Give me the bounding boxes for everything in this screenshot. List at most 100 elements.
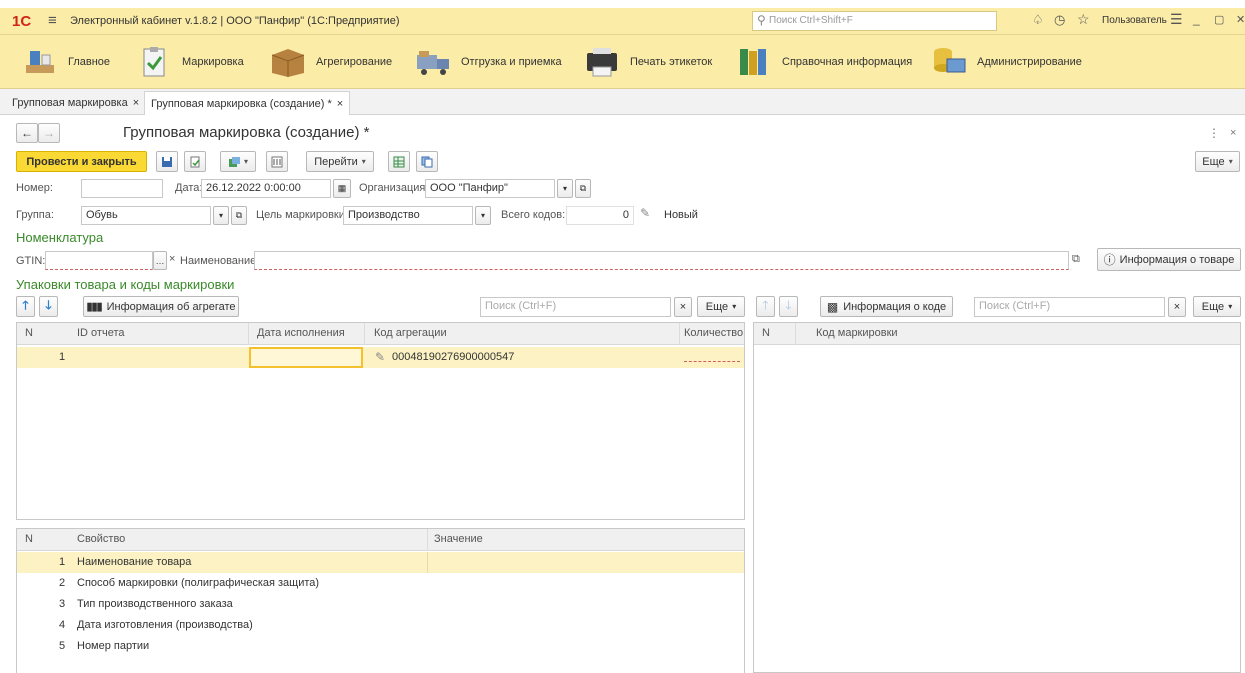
codes-search-input[interactable]: Поиск (Ctrl+F) [974, 297, 1165, 317]
number-label: Номер: [16, 182, 53, 194]
app-logo[interactable]: 1С [12, 13, 31, 30]
create-based-on-button[interactable]: ▾ [220, 151, 256, 172]
table-row[interactable]: 1 Наименование товара [17, 552, 744, 573]
marking-purpose-field[interactable]: Производство [343, 206, 473, 225]
codes-move-down-button[interactable]: 🡓 [779, 296, 798, 317]
global-search-input[interactable]: ⚲ Поиск Ctrl+Shift+F [752, 11, 997, 31]
col-n[interactable]: N [762, 327, 770, 339]
back-button[interactable]: ← [16, 123, 38, 143]
gtin-clear-icon[interactable]: × [169, 253, 175, 265]
calendar-button[interactable]: ▦ [333, 179, 351, 198]
col-n[interactable]: N [25, 533, 33, 545]
close-window-icon[interactable]: ✕ [1236, 13, 1245, 26]
gtin-label: GTIN: [16, 255, 46, 267]
execution-date-cell[interactable] [249, 347, 363, 368]
organization-field[interactable]: ООО "Панфир" [425, 179, 555, 198]
organization-open-button[interactable]: ⧉ [575, 179, 591, 198]
books-icon [740, 49, 766, 75]
box-icon [271, 49, 305, 77]
move-up-button[interactable]: 🡑 [16, 296, 35, 317]
codes-search-clear-button[interactable]: × [1168, 297, 1186, 317]
date-field[interactable]: 26.12.2022 0:00:00 [201, 179, 331, 198]
group-open-button[interactable]: ⧉ [231, 206, 247, 225]
table-row[interactable]: 4 Дата изготовления (производства) [17, 615, 744, 636]
number-field[interactable] [81, 179, 163, 198]
product-info-button[interactable]: ⓘ Информация о товаре [1097, 248, 1241, 271]
form-title: Групповая маркировка (создание) * [123, 124, 370, 141]
post-and-close-button[interactable]: Провести и закрыть [16, 151, 147, 172]
dropdown-caret-icon: ▾ [562, 184, 567, 193]
gtin-field[interactable] [45, 251, 153, 270]
property-name: Дата изготовления (производства) [77, 619, 253, 631]
code-info-button[interactable]: ▩ Информация о коде [820, 296, 953, 317]
col-property[interactable]: Свойство [77, 533, 125, 545]
col-aggregation-code[interactable]: Код агрегации [374, 327, 447, 339]
nomenclature-header: Номенклатура [16, 230, 104, 245]
user-name[interactable]: Пользователь [1102, 15, 1167, 26]
section-aggregation[interactable]: Агрегирование [270, 35, 392, 89]
printer-icon [587, 48, 617, 77]
group-field[interactable]: Обувь [81, 206, 211, 225]
table-row[interactable]: 1 ✎ 00048190276900000547 [17, 347, 744, 368]
section-administration[interactable]: Администрирование [931, 35, 1082, 89]
favorites-star-icon[interactable]: ☆ [1077, 11, 1090, 28]
sections-bar: Главное Маркировка Агрегирование Отгрузк… [0, 35, 1245, 89]
section-main[interactable]: Главное [22, 35, 110, 89]
goto-button[interactable]: Перейти ▾ [306, 151, 374, 172]
marking-purpose-dropdown-button[interactable]: ▾ [475, 206, 491, 225]
edit-pencil-icon[interactable]: ✎ [640, 206, 650, 220]
forward-button[interactable]: → [38, 123, 60, 143]
gtin-select-button[interactable]: … [153, 251, 167, 270]
packages-more-button[interactable]: Еще ▾ [697, 296, 745, 317]
main-menu-icon[interactable]: ≡ [48, 12, 57, 29]
close-tab-icon[interactable]: × [337, 98, 343, 110]
table-row[interactable]: 5 Номер партии [17, 636, 744, 657]
codes-more-button[interactable]: Еще ▾ [1193, 296, 1241, 317]
section-marking[interactable]: Маркировка [136, 35, 244, 89]
open-link-icon[interactable]: ⧉ [1072, 253, 1080, 266]
col-execution-date[interactable]: Дата исполнения [257, 327, 345, 339]
minimize-icon[interactable]: _ [1193, 12, 1200, 26]
save-button[interactable] [156, 151, 178, 172]
col-n[interactable]: N [25, 327, 33, 339]
notifications-bell-icon[interactable]: ♤ [1032, 12, 1044, 28]
form-close-icon[interactable]: × [1230, 127, 1236, 139]
close-tab-icon[interactable]: × [133, 97, 139, 109]
section-shipping[interactable]: Отгрузка и приемка [415, 35, 562, 89]
quantity-cell[interactable] [684, 361, 740, 362]
table-row[interactable]: 2 Способ маркировки (полиграфическая защ… [17, 573, 744, 594]
section-reference-info[interactable]: Справочная информация [736, 35, 912, 89]
form-more-button[interactable]: Еще ▾ [1195, 151, 1240, 172]
table-row[interactable]: 3 Тип производственного заказа [17, 594, 744, 615]
organization-dropdown-button[interactable]: ▾ [557, 179, 573, 198]
col-quantity[interactable]: Количество [684, 327, 743, 339]
structure-button[interactable] [266, 151, 288, 172]
col-report-id[interactable]: ID отчета [77, 327, 125, 339]
settings-menu-icon[interactable]: ☰ [1170, 11, 1183, 28]
arrow-up-icon: 🡑 [762, 298, 769, 312]
group-label: Группа: [16, 209, 54, 221]
copy-documents-icon [421, 156, 433, 167]
arrow-right-icon: → [43, 126, 55, 140]
floppy-disk-icon [162, 156, 172, 167]
form-more-actions-icon[interactable]: ⋮ [1208, 126, 1220, 140]
report-button[interactable] [388, 151, 410, 172]
product-name-field[interactable] [254, 251, 1069, 270]
packages-search-input[interactable]: Поиск (Ctrl+F) [480, 297, 671, 317]
col-value[interactable]: Значение [434, 533, 483, 545]
copy-button[interactable] [416, 151, 438, 172]
move-down-button[interactable]: 🡓 [39, 296, 58, 317]
history-icon[interactable]: ◷ [1054, 12, 1065, 28]
packages-search-clear-button[interactable]: × [674, 297, 692, 317]
tab-group-marking[interactable]: Групповая маркировка × [6, 91, 145, 115]
post-button[interactable] [184, 151, 206, 172]
dropdown-caret-icon: ▾ [243, 157, 248, 166]
maximize-icon[interactable]: ▢ [1214, 13, 1224, 26]
section-label-printing[interactable]: Печать этикеток [584, 35, 712, 89]
aggregate-info-button[interactable]: ▮▮▮ Информация об агрегате [83, 296, 239, 317]
col-marking-code[interactable]: Код маркировки [816, 327, 898, 339]
tab-group-marking-create[interactable]: Групповая маркировка (создание) * × [144, 91, 351, 115]
codes-move-up-button[interactable]: 🡑 [756, 296, 775, 317]
group-dropdown-button[interactable]: ▾ [213, 206, 229, 225]
structure-icon [271, 156, 283, 167]
